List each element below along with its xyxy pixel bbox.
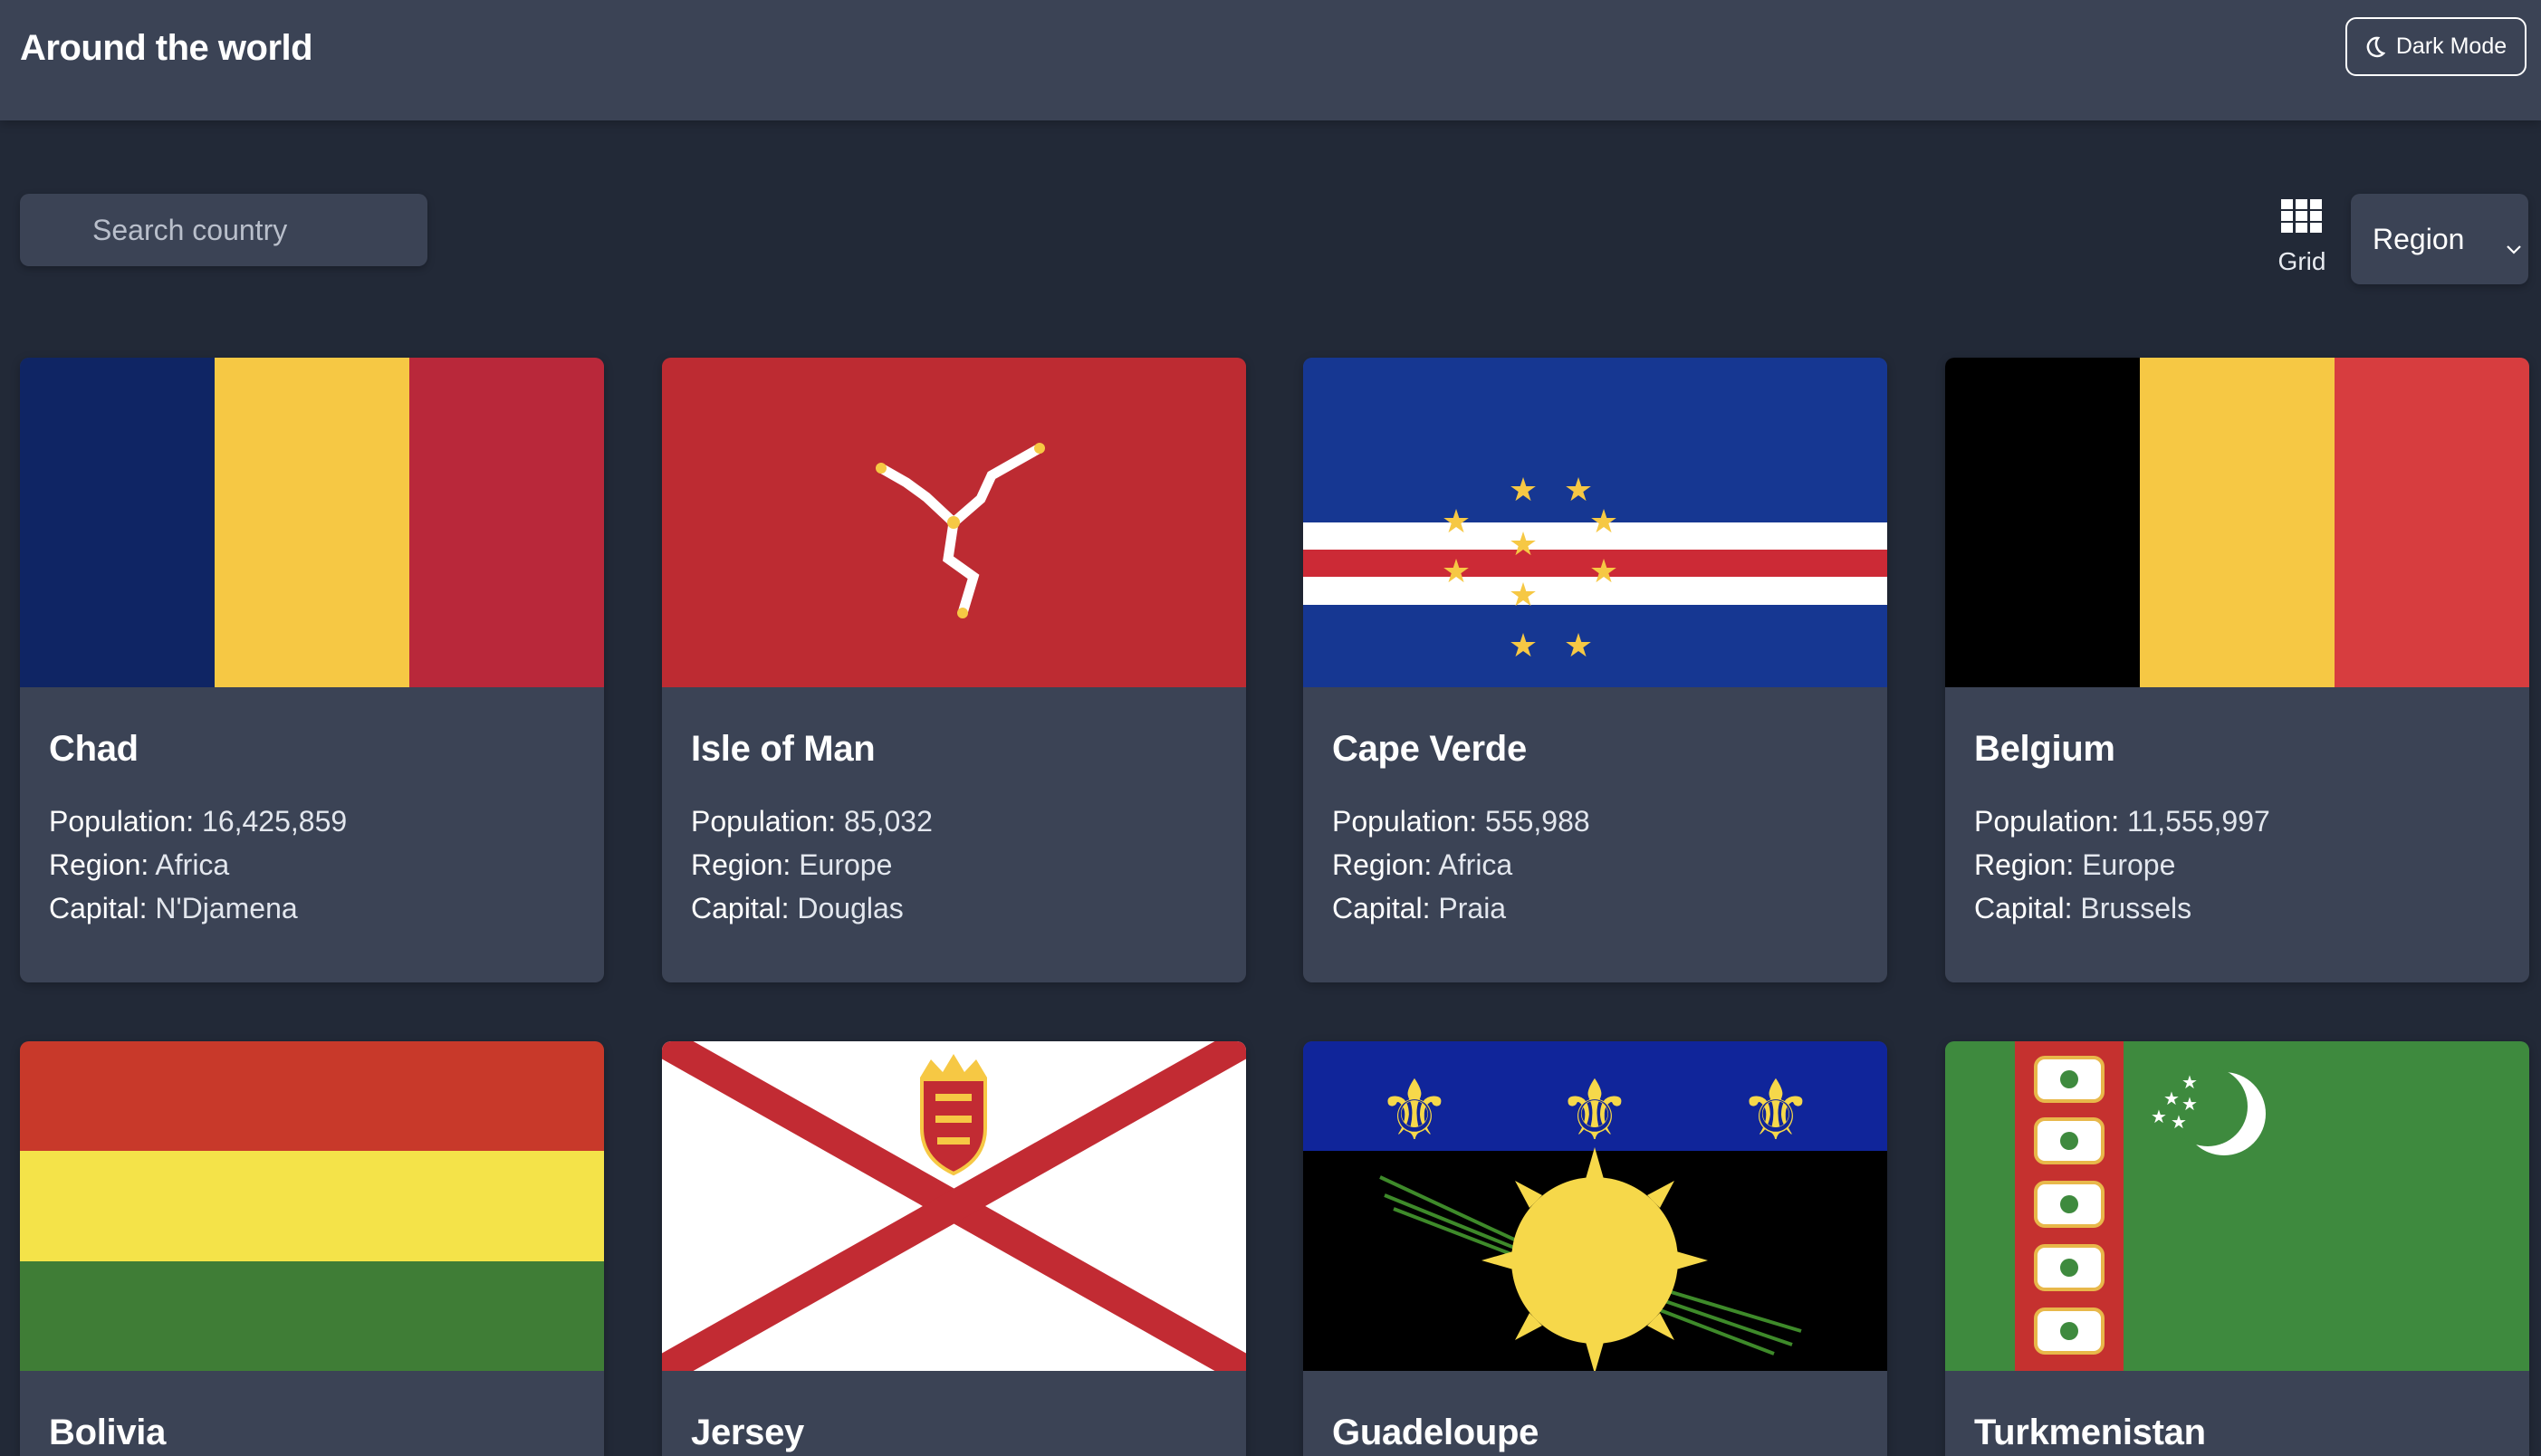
region-select-value: Region xyxy=(2373,222,2465,255)
region-label: Region: xyxy=(691,848,791,881)
flag-belgium-icon xyxy=(1945,358,2529,687)
svg-text:★: ★ xyxy=(1509,577,1538,614)
svg-text:⚜: ⚜ xyxy=(1377,1062,1452,1159)
flag-guadeloupe-icon: ⚜ ⚜ ⚜ xyxy=(1303,1041,1887,1371)
svg-text:★: ★ xyxy=(1509,472,1538,509)
svg-text:★: ★ xyxy=(1589,553,1618,590)
population-row: Population: 11,555,997 xyxy=(1974,800,2270,843)
svg-text:★: ★ xyxy=(2171,1111,2187,1133)
flag-cape-verde-icon: ★ ★ ★ ★ ★ ★ ★ ★ ★ ★ xyxy=(1303,358,1887,687)
country-facts: Population: 11,555,997 Region: Europe Ca… xyxy=(1974,800,2270,930)
capital-label: Capital: xyxy=(691,892,790,924)
capital-value: Douglas xyxy=(797,892,904,924)
region-value: Africa xyxy=(155,848,230,881)
grid-toggle-label: Grid xyxy=(2277,247,2326,275)
moon-icon xyxy=(2365,36,2385,58)
flag-bolivia-icon xyxy=(20,1041,604,1371)
capital-row: Capital: Douglas xyxy=(691,886,933,930)
country-card[interactable]: Jersey xyxy=(662,1041,1246,1456)
country-name: Guadeloupe xyxy=(1332,1413,1539,1452)
svg-text:★: ★ xyxy=(1442,503,1471,541)
country-facts: Population: 16,425,859 Region: Africa Ca… xyxy=(49,800,347,930)
country-name: Chad xyxy=(49,729,139,769)
app-title: Around the world xyxy=(20,28,313,68)
svg-text:★: ★ xyxy=(1509,526,1538,563)
region-label: Region: xyxy=(1974,848,2075,881)
population-label: Population: xyxy=(49,805,195,838)
svg-text:★: ★ xyxy=(2181,1071,2198,1093)
region-label: Region: xyxy=(49,848,149,881)
flag-isle-of-man-icon xyxy=(662,358,1246,687)
capital-label: Capital: xyxy=(1974,892,2073,924)
capital-row: Capital: N'Djamena xyxy=(49,886,347,930)
country-card[interactable]: ⚜ ⚜ ⚜ Guadeloupe xyxy=(1303,1041,1887,1456)
country-card[interactable]: Belgium Population: 11,555,997 Region: E… xyxy=(1945,358,2529,982)
search-input[interactable] xyxy=(20,194,427,266)
country-card[interactable]: Chad Population: 16,425,859 Region: Afri… xyxy=(20,358,604,982)
population-value: 555,988 xyxy=(1485,805,1590,838)
capital-value: Praia xyxy=(1438,892,1507,924)
region-row: Region: Africa xyxy=(49,843,347,886)
capital-row: Capital: Brussels xyxy=(1974,886,2270,930)
flag-chad-icon xyxy=(20,358,604,687)
region-row: Region: Europe xyxy=(1974,843,2270,886)
country-facts: Population: 85,032 Region: Europe Capita… xyxy=(691,800,933,930)
population-label: Population: xyxy=(1332,805,1478,838)
svg-text:★: ★ xyxy=(1564,627,1593,665)
capital-label: Capital: xyxy=(1332,892,1431,924)
population-value: 85,032 xyxy=(844,805,933,838)
region-filter-select[interactable]: Region xyxy=(2351,194,2528,284)
region-value: Europe xyxy=(799,848,893,881)
svg-text:★: ★ xyxy=(2151,1106,2167,1127)
capital-row: Capital: Praia xyxy=(1332,886,1590,930)
flag-jersey-icon xyxy=(662,1041,1246,1371)
chevron-down-icon xyxy=(2505,230,2523,263)
country-card[interactable]: Isle of Man Population: 85,032 Region: E… xyxy=(662,358,1246,982)
country-name: Cape Verde xyxy=(1332,729,1527,769)
region-row: Region: Europe xyxy=(691,843,933,886)
svg-text:★: ★ xyxy=(1442,553,1471,590)
country-card[interactable]: ★ ★ ★ ★ ★ Turkmenistan xyxy=(1945,1041,2529,1456)
country-name: Bolivia xyxy=(49,1413,167,1452)
country-name: Turkmenistan xyxy=(1974,1413,2206,1452)
population-value: 16,425,859 xyxy=(202,805,348,838)
dark-mode-button[interactable]: Dark Mode xyxy=(2345,17,2527,76)
country-card[interactable]: ★ ★ ★ ★ ★ ★ ★ ★ ★ ★ Cape Verde Populatio… xyxy=(1303,358,1887,982)
country-name: Jersey xyxy=(691,1413,804,1452)
svg-text:⚜: ⚜ xyxy=(1558,1062,1632,1159)
population-row: Population: 85,032 xyxy=(691,800,933,843)
top-header: Around the world Dark Mode xyxy=(0,0,2541,120)
country-card[interactable]: Bolivia xyxy=(20,1041,604,1456)
population-row: Population: 555,988 xyxy=(1332,800,1590,843)
population-label: Population: xyxy=(691,805,837,838)
svg-text:★: ★ xyxy=(1509,627,1538,665)
grid-view-toggle[interactable]: Grid xyxy=(2264,199,2340,283)
grid-icon xyxy=(2281,199,2323,238)
population-value: 11,555,997 xyxy=(2127,805,2270,838)
region-row: Region: Africa xyxy=(1332,843,1590,886)
flag-turkmenistan-icon: ★ ★ ★ ★ ★ xyxy=(1945,1041,2529,1371)
population-label: Population: xyxy=(1974,805,2120,838)
country-facts: Population: 555,988 Region: Africa Capit… xyxy=(1332,800,1590,930)
svg-text:★: ★ xyxy=(1589,503,1618,541)
country-name: Isle of Man xyxy=(691,729,876,769)
capital-label: Capital: xyxy=(49,892,148,924)
svg-text:⚜: ⚜ xyxy=(1739,1062,1813,1159)
region-value: Europe xyxy=(2082,848,2176,881)
dark-mode-label: Dark Mode xyxy=(2395,34,2507,59)
region-value: Africa xyxy=(1438,848,1513,881)
capital-value: Brussels xyxy=(2080,892,2192,924)
capital-value: N'Djamena xyxy=(155,892,298,924)
population-row: Population: 16,425,859 xyxy=(49,800,347,843)
country-name: Belgium xyxy=(1974,729,2115,769)
region-label: Region: xyxy=(1332,848,1433,881)
